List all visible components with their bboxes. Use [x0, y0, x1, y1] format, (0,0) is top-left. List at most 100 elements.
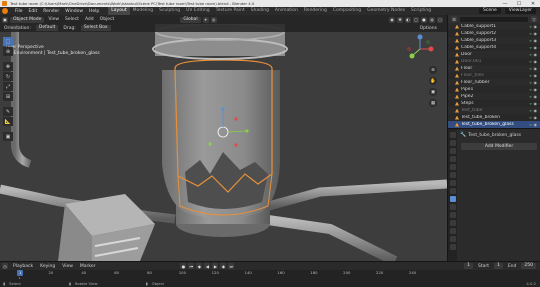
record-icon[interactable]: ● — [180, 263, 187, 269]
outliner-item[interactable]: Steps ▿ ◉ — [448, 100, 540, 107]
eye-icon[interactable]: ◉ — [534, 73, 540, 78]
rotate-tool-icon[interactable]: ↻ — [3, 72, 13, 81]
menu-object[interactable]: Object — [98, 17, 117, 22]
xray-icon[interactable]: ▢ — [413, 16, 419, 23]
eye-icon[interactable]: ◉ — [534, 122, 540, 127]
eye-icon[interactable]: ◉ — [534, 108, 540, 113]
snap-icon[interactable]: ⌖ — [202, 16, 209, 23]
eye-icon[interactable]: ◉ — [534, 31, 540, 36]
close-button[interactable]: ✕ — [526, 1, 540, 7]
scale-tool-icon[interactable]: ⤢ — [3, 82, 13, 91]
transform-tool-icon[interactable]: ⊞ — [3, 92, 13, 101]
menu-playback[interactable]: Playback — [11, 264, 35, 269]
eye-icon[interactable]: ◉ — [534, 115, 540, 120]
tab-texture-paint[interactable]: Texture Paint — [213, 7, 248, 15]
timeline-editor-icon[interactable]: ◷ — [2, 263, 8, 269]
tool-tab-icon[interactable] — [449, 132, 456, 138]
tab-animation[interactable]: Animation — [272, 7, 301, 15]
prev-key-icon[interactable]: ◆ — [196, 263, 203, 269]
menu-marker[interactable]: Marker — [78, 264, 98, 269]
end-frame-field[interactable]: 250 — [521, 263, 536, 269]
outliner-item[interactable]: Door ▿ ◉ — [448, 51, 540, 58]
select-box-tool-icon[interactable]: ⬚ — [3, 37, 13, 46]
material-tab-icon[interactable] — [449, 236, 456, 242]
modifier-icon[interactable]: ▿ — [529, 66, 531, 71]
maximize-button[interactable]: ☐ — [512, 1, 526, 7]
menu-window[interactable]: Window — [62, 9, 86, 14]
shading-solid-icon[interactable]: ● — [421, 16, 427, 23]
tab-rendering[interactable]: Rendering — [301, 7, 330, 15]
3d-viewport[interactable]: User Perspective (0) Environment | Test_… — [0, 24, 447, 261]
gizmo-y-handle-2[interactable] — [245, 129, 249, 133]
scene-tab-icon[interactable] — [449, 164, 456, 170]
constraints-tab-icon[interactable] — [449, 220, 456, 226]
transform-orientation-dropdown[interactable]: Global — [180, 16, 201, 23]
view-layer-tab-icon[interactable] — [449, 156, 456, 162]
outliner-item[interactable]: Floor ▿ ◉ — [448, 65, 540, 72]
next-key-icon[interactable]: ◆ — [220, 263, 227, 269]
start-frame-field[interactable]: 1 — [493, 263, 503, 269]
modifier-icon[interactable]: ▿ — [529, 115, 531, 120]
menu-render[interactable]: Render — [40, 9, 62, 14]
playhead-label[interactable]: 1 — [17, 270, 24, 276]
eye-icon[interactable]: ◉ — [534, 45, 540, 50]
cursor-tool-icon[interactable]: ⊕ — [3, 47, 13, 56]
particles-tab-icon[interactable] — [449, 204, 456, 210]
eye-icon[interactable]: ◉ — [534, 101, 540, 106]
outliner-item[interactable]: Cable_support1 ▿ ◉ — [448, 23, 540, 30]
menu-edit[interactable]: Edit — [26, 9, 41, 14]
gizmo-x-handle-2[interactable] — [234, 143, 238, 147]
tab-modeling[interactable]: Modeling — [130, 7, 156, 15]
jump-end-icon[interactable]: ⏭ — [228, 263, 235, 269]
menu-add[interactable]: Add — [83, 17, 96, 22]
modifier-icon[interactable]: ▿ — [529, 94, 531, 99]
navigation-gizmo[interactable] — [405, 34, 435, 64]
add-cube-tool-icon[interactable]: ▣ — [3, 132, 13, 141]
outliner-search-input[interactable] — [460, 16, 528, 22]
current-frame-field[interactable]: 1 — [464, 263, 473, 269]
blender-logo-icon[interactable] — [2, 8, 8, 14]
eye-icon[interactable]: ◉ — [534, 24, 540, 29]
perspective-toggle-icon[interactable]: ▦ — [429, 99, 437, 107]
eye-icon[interactable]: ◉ — [534, 52, 540, 57]
outliner-editor-icon[interactable]: ☰ — [451, 16, 457, 22]
modifier-icon[interactable]: ▿ — [529, 122, 531, 127]
gizmo-icon[interactable]: ✥ — [397, 16, 403, 23]
editor-type-icon[interactable]: ▣ — [2, 16, 8, 23]
output-tab-icon[interactable] — [449, 148, 456, 154]
world-tab-icon[interactable] — [449, 172, 456, 178]
texture-tab-icon[interactable] — [449, 244, 456, 250]
options-dropdown[interactable]: Options — [418, 26, 447, 31]
modifier-icon[interactable]: ▿ — [529, 73, 531, 78]
camera-view-icon[interactable]: ▣ — [429, 88, 437, 96]
timeline-ruler[interactable]: 1 20 40 60 80 100 120 140 160 180 200 220 240 — [0, 270, 447, 277]
eye-icon[interactable]: ◉ — [534, 87, 540, 92]
modifier-icon[interactable]: ▿ — [529, 87, 531, 92]
outliner-item[interactable]: Cable_support2 ▿ ◉ — [448, 30, 540, 37]
outliner-item[interactable]: Pipe1 ▿ ◉ — [448, 86, 540, 93]
menu-timeline-view[interactable]: View — [60, 264, 75, 269]
outliner-item[interactable]: Test_tube ▿ ◉ — [448, 107, 540, 114]
move-tool-icon[interactable]: ✥ — [3, 62, 13, 71]
tab-shading[interactable]: Shading — [248, 7, 272, 15]
object-tab-icon[interactable] — [449, 188, 456, 194]
drag-dropdown[interactable]: Select Box — [80, 25, 111, 31]
jump-start-icon[interactable]: ⏮ — [188, 263, 195, 269]
outliner-item[interactable]: Floor_tiles ▿ ◉ — [448, 72, 540, 79]
menu-keying[interactable]: Keying — [38, 264, 57, 269]
play-icon[interactable]: ▶ — [212, 263, 219, 269]
modifier-icon[interactable]: ▿ — [529, 52, 531, 57]
overlay-icon[interactable]: ◐ — [405, 16, 411, 23]
eye-icon[interactable]: ◉ — [534, 38, 540, 43]
modifier-icon[interactable]: ▿ — [529, 38, 531, 43]
menu-help[interactable]: Help — [86, 9, 102, 14]
modifier-icon[interactable]: ▿ — [529, 45, 531, 50]
annotate-tool-icon[interactable]: ✎ — [3, 107, 13, 116]
pan-hand-icon[interactable]: ✋ — [429, 77, 437, 85]
view-layer-selector[interactable]: ViewLayer — [504, 8, 536, 14]
eye-icon[interactable]: ◉ — [534, 66, 540, 71]
modifier-icon[interactable]: ▿ — [529, 80, 531, 85]
render-tab-icon[interactable] — [449, 140, 456, 146]
menu-view[interactable]: View — [46, 17, 61, 22]
outliner-item[interactable]: Door.001 ▿ ◉ — [448, 58, 540, 65]
